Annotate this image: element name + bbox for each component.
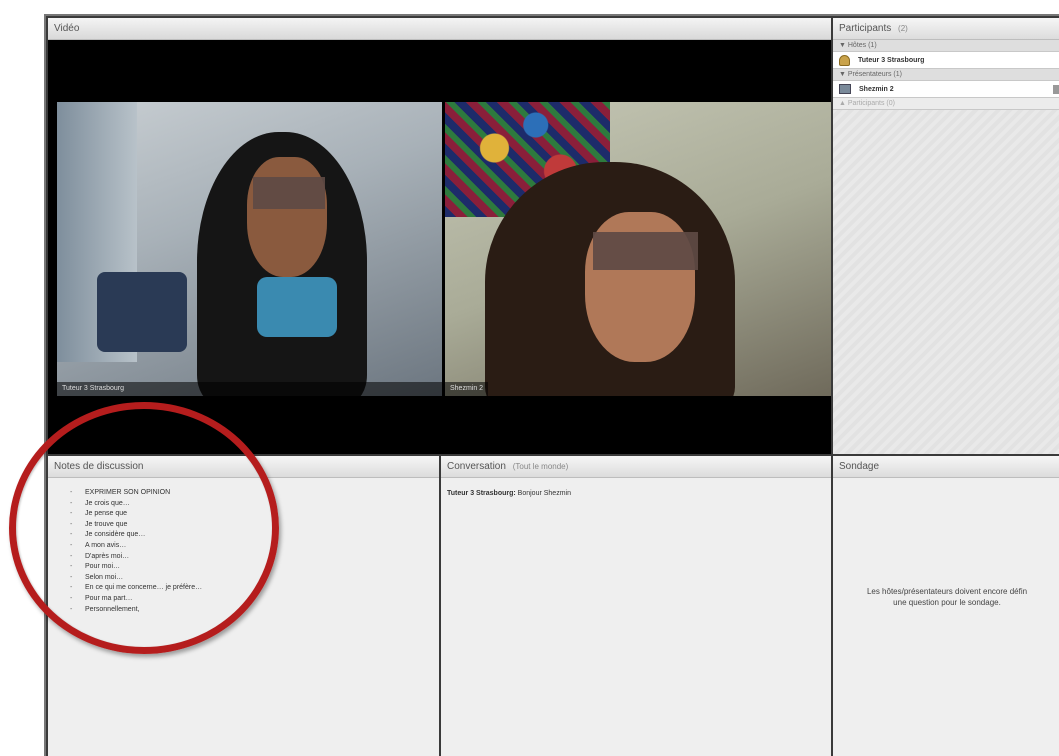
list-item: D'après moi… [70, 552, 439, 563]
poll-message-line: une question pour le sondage. [893, 598, 1001, 607]
list-item: En ce qui me concerne… je préfère… [70, 583, 439, 594]
participants-pod: Participants (2) ▼ Hôtes (1) Tuteur 3 St… [833, 18, 1059, 454]
list-item: Je trouve que [70, 520, 439, 531]
chat-text: Bonjour Shezmin [517, 490, 571, 497]
notes-pod-header: Notes de discussion [48, 456, 439, 478]
list-item: Personnellement, [70, 605, 439, 616]
meeting-room: Vidéo Tuteur 3 Strasbourg Shezmin 2 Part… [44, 14, 1059, 756]
scarf [257, 277, 337, 337]
chair-background [97, 272, 187, 352]
privacy-blur [593, 232, 698, 270]
chat-pod-header: Conversation (Tout le monde) [441, 456, 831, 478]
list-item: Selon moi… [70, 573, 439, 584]
poll-title: Sondage [839, 461, 880, 472]
list-item: EXPRIMER SON OPINION [70, 488, 439, 499]
video-feed-presenter[interactable]: Shezmin 2 [445, 102, 831, 396]
poll-pod: Sondage Les hôtes/présentateurs doivent … [833, 456, 1059, 756]
list-item: Je considère que… [70, 530, 439, 541]
group-attendees[interactable]: ▲ Participants (0) [833, 98, 1059, 110]
participant-name: Shezmin 2 [859, 85, 894, 93]
chat-sender: Tuteur 3 Strasbourg: [447, 490, 516, 497]
poll-pod-header: Sondage [833, 456, 1059, 478]
video-pod-title: Vidéo [54, 23, 80, 34]
chat-message: Tuteur 3 Strasbourg: Bonjour Shezmin [441, 478, 831, 509]
video-pod-header: Vidéo [48, 18, 831, 40]
list-item: Pour moi… [70, 562, 439, 573]
participant-row-host[interactable]: Tuteur 3 Strasbourg [833, 52, 1059, 69]
chat-pod: Conversation (Tout le monde) Tuteur 3 St… [441, 456, 831, 756]
video-pod: Vidéo Tuteur 3 Strasbourg Shezmin 2 [48, 18, 831, 454]
list-item: Je crois que… [70, 499, 439, 510]
group-hosts[interactable]: ▼ Hôtes (1) [833, 40, 1059, 52]
video-feed-name: Shezmin 2 [445, 382, 489, 396]
list-item: Pour ma part… [70, 594, 439, 605]
participants-count: (2) [898, 24, 908, 33]
host-icon [839, 54, 850, 66]
poll-empty-message: Les hôtes/présentateurs doivent encore d… [833, 586, 1059, 608]
chat-title: Conversation [447, 461, 506, 472]
list-item: A mon avis… [70, 541, 439, 552]
participants-pod-header: Participants (2) [833, 18, 1059, 40]
participant-name: Tuteur 3 Strasbourg [858, 56, 925, 64]
participants-title: Participants [839, 23, 892, 34]
notes-title: Notes de discussion [54, 461, 144, 472]
notes-content[interactable]: EXPRIMER SON OPINION Je crois que… Je pe… [48, 478, 439, 615]
privacy-blur [253, 177, 325, 209]
chat-scope[interactable]: (Tout le monde) [513, 462, 569, 471]
video-feed-name: Tuteur 3 Strasbourg [57, 382, 442, 396]
participant-row-presenter[interactable]: Shezmin 2 [833, 81, 1059, 98]
group-presenters[interactable]: ▼ Présentateurs (1) [833, 69, 1059, 81]
list-item: Je pense que [70, 509, 439, 520]
poll-message-line: Les hôtes/présentateurs doivent encore d… [866, 587, 1028, 596]
video-feed-host[interactable]: Tuteur 3 Strasbourg [57, 102, 442, 396]
notes-pod: Notes de discussion EXPRIMER SON OPINION… [48, 456, 439, 756]
participant-face [247, 157, 327, 277]
status-icon[interactable] [1053, 85, 1059, 94]
presenter-icon [839, 84, 851, 94]
